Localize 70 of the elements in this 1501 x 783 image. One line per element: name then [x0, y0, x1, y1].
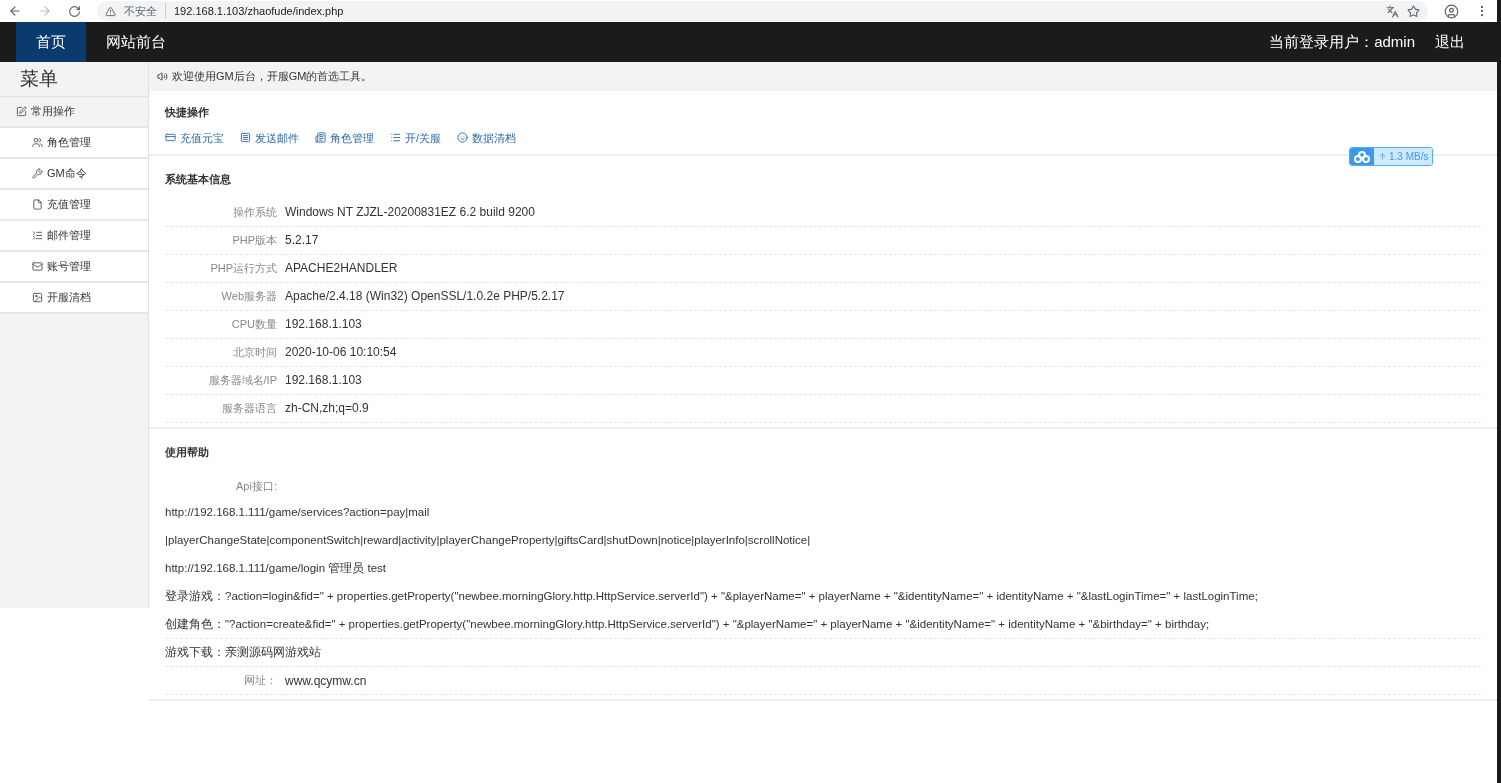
help-line: http://192.168.1.111/game/services?action=pay|mail: [165, 505, 430, 521]
url-text: 192.168.1.103/zhaofude/index.php: [165, 2, 344, 20]
security-label: 不安全: [124, 3, 157, 19]
cloud-icon: [1354, 150, 1370, 163]
image-icon: [32, 292, 43, 303]
info-label: 操作系统: [232, 204, 278, 220]
nav-tab[interactable]: 首页: [16, 22, 86, 62]
info-value: 5.2.17: [285, 232, 319, 249]
newspaper-icon: [315, 132, 326, 144]
info-label: PHP版本: [231, 232, 278, 248]
quick-link[interactable]: 发送邮件: [240, 129, 299, 146]
nav-tab[interactable]: 网站前台: [86, 22, 186, 62]
address-bar[interactable]: 不安全 192.168.1.103/zhaofude/index.php: [97, 1, 1428, 21]
quick-link[interactable]: 数据清档: [457, 129, 517, 146]
notice-text: 欢迎使用GM后台，开服GM的首选工具。: [172, 69, 373, 85]
current-user: 当前登录用户：admin: [1269, 31, 1415, 52]
quick-link[interactable]: 开/关服: [390, 129, 442, 146]
quick-link[interactable]: 充值元宝: [165, 129, 224, 146]
sidebar-title: 菜单: [0, 62, 148, 97]
info-label: 北京时间: [232, 344, 278, 360]
profile-icon[interactable]: [1444, 3, 1459, 19]
section-title: 快捷操作: [165, 105, 209, 120]
speed-text: 1.3 MB/s: [1389, 150, 1429, 164]
sidebar-item[interactable]: 开服清档: [0, 283, 148, 314]
warning-icon: [105, 5, 116, 17]
smiley-icon: [457, 132, 469, 144]
sidebar-item[interactable]: GM命令: [0, 159, 148, 190]
site-value: www.qcymw.cn: [285, 672, 367, 690]
envelope-icon: [32, 261, 43, 272]
star-icon[interactable]: [1407, 4, 1420, 18]
sidebar-item[interactable]: 账号管理: [0, 252, 148, 283]
info-label: 服务器域名/IP: [207, 372, 278, 388]
translate-icon[interactable]: [1386, 4, 1399, 18]
info-value: Apache/2.4.18 (Win32) OpenSSL/1.0.2e PHP/5.2.17: [285, 288, 565, 305]
info-label: 服务器语言: [221, 400, 278, 416]
info-label: CPU数量: [230, 316, 278, 332]
help-line: 创建角色："?action=create&fid=" + properties.getProperty("newbee.morningGlory.http.HttpService.serverId") + "&playerName=" + playerName + "&identityName=" + identityName + "&birthday=" + birthday;: [165, 616, 1210, 632]
sidebar-item[interactable]: 角色管理: [0, 128, 148, 159]
site-label: 网址：: [243, 673, 278, 689]
sidebar-item[interactable]: 充值管理: [0, 190, 148, 221]
wrench-icon: [32, 168, 43, 179]
speaker-icon: [157, 71, 168, 82]
help-line: 登录游戏：?action=login&fid=" + properties.getProperty("newbee.morningGlory.http.HttpService.serverId") + "&playerName=" + playerName + "&identityName=" + identityName + "&lastLoginTime=" + lastLoginTime;: [165, 589, 1258, 605]
help-line: http://192.168.1.111/game/login 管理员 test: [165, 561, 386, 577]
info-value: APACHE2HANDLER: [285, 260, 398, 277]
upload-icon: [1378, 152, 1387, 161]
section-title: 系统基本信息: [165, 172, 231, 187]
api-label: Api接口:: [235, 478, 278, 494]
info-label: PHP运行方式: [209, 260, 278, 276]
info-value: 192.168.1.103: [285, 316, 362, 333]
reload-icon[interactable]: [68, 4, 81, 18]
info-value: 192.168.1.103: [285, 372, 362, 389]
people-icon: [32, 137, 43, 148]
list-icon: [240, 132, 251, 144]
edit-icon: [16, 106, 27, 117]
section-title: 使用帮助: [165, 444, 209, 460]
help-line: |playerChangeState|componentSwitch|reward|activity|playerChangeProperty|giftsCard|shutDown|notice|playerInfo|scrollNotice|: [165, 533, 811, 549]
card-icon: [165, 132, 176, 144]
info-value: zh-CN,zh;q=0.9: [285, 400, 369, 417]
logout-link[interactable]: 退出: [1435, 22, 1465, 62]
info-value: 2020-10-06 10:10:54: [285, 344, 397, 361]
back-icon[interactable]: [8, 4, 22, 18]
document-icon: [32, 199, 43, 210]
menu-icon: [390, 132, 401, 144]
quick-link[interactable]: 角色管理: [315, 129, 374, 146]
info-label: Web服务器: [220, 288, 278, 304]
sidebar-item[interactable]: 邮件管理: [0, 221, 148, 252]
help-line: 游戏下载：亲测源码网游戏站: [165, 644, 321, 660]
info-value: Windows NT ZJZL-20200831EZ 6.2 build 9200: [285, 204, 535, 221]
list-icon: [32, 230, 43, 241]
